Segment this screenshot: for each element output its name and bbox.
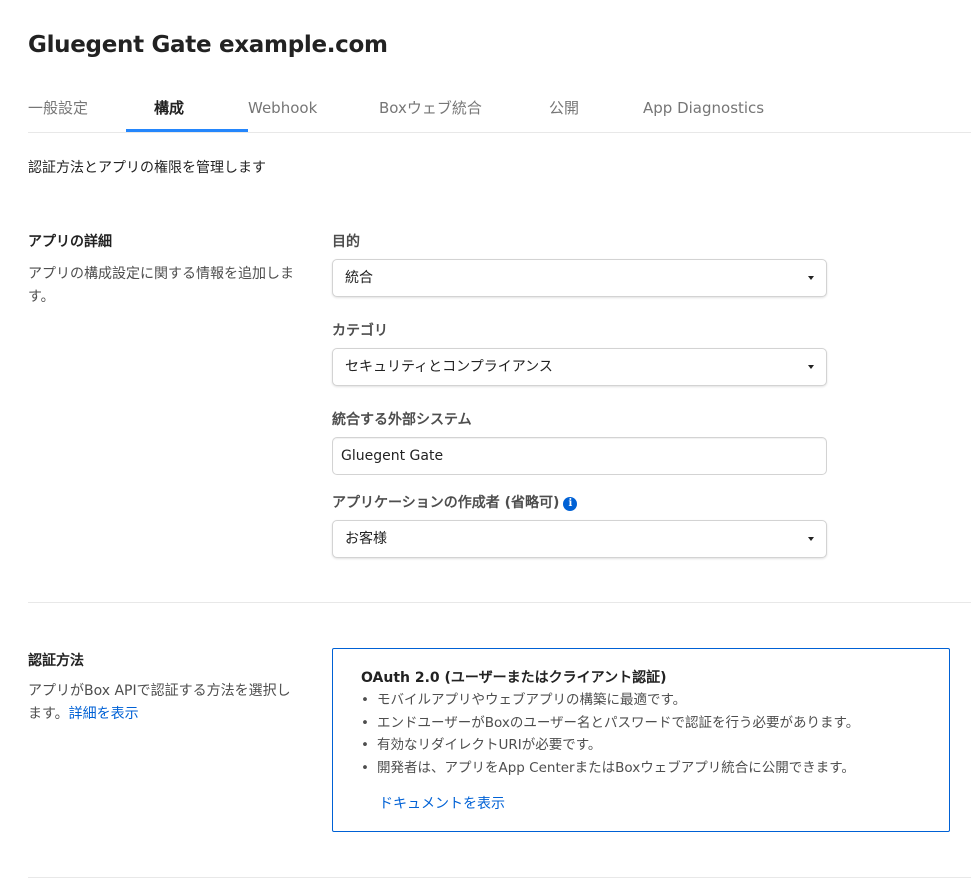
purpose-label: 目的 [332,234,360,250]
purpose-select[interactable]: 統合 [332,259,827,297]
creator-select[interactable]: お客様 [332,520,827,558]
list-item-text: 開発者は、アプリをApp CenterまたはBoxウェブアプリ統合に公開できます… [377,759,855,776]
category-label: カテゴリ [332,323,388,339]
info-icon[interactable]: i [563,497,578,511]
section-divider [28,877,971,878]
view-documentation-link[interactable]: ドキュメントを表示 [379,793,505,813]
purpose-value: 統合 [345,270,373,286]
external-system-input[interactable] [333,438,811,474]
oauth-feature-list: • モバイルアプリやウェブアプリの構築に最適です。 • エンドユーザーがBoxのユー… [361,689,859,779]
tab-webhook[interactable]: Webhook [248,88,317,131]
tab-bar: 一般設定 構成 Webhook Boxウェブ統合 公開 App Diagnost… [28,88,971,133]
list-item: • モバイルアプリやウェブアプリの構築に最適です。 [361,689,859,712]
bullet-icon: • [361,714,369,731]
creator-label: アプリケーションの作成者 (省略可) [332,495,560,511]
tab-box-web-integration[interactable]: Boxウェブ統合 [379,88,482,131]
list-item: • エンドユーザーがBoxのユーザー名とパスワードで認証を行う必要があります。 [361,712,859,735]
bullet-icon: • [361,759,369,776]
tab-app-diagnostics[interactable]: App Diagnostics [643,88,764,131]
tab-general-settings[interactable]: 一般設定 [28,88,88,131]
bullet-icon: • [361,737,369,753]
external-system-field[interactable] [332,437,827,475]
list-item: • 有効なリダイレクトURIが必要です。 [361,734,859,757]
list-item-text: 有効なリダイレクトURIが必要です。 [377,737,602,753]
tab-configuration[interactable]: 構成 [154,88,184,131]
page-subtitle: 認証方法とアプリの権限を管理します [28,160,266,176]
creator-label-row: アプリケーションの作成者 (省略可) i [332,492,578,512]
auth-method-title: 認証方法 [28,653,84,669]
auth-description-text: アプリがBox APIで認証する方法を選択します。 [28,683,291,722]
auth-details-link[interactable]: 詳細を表示 [69,706,139,722]
section-divider [28,602,971,603]
list-item-text: モバイルアプリやウェブアプリの構築に最適です。 [377,692,687,708]
app-details-title: アプリの詳細 [28,234,112,250]
page-title: Gluegent Gate example.com [28,32,388,58]
app-details-description: アプリの構成設定に関する情報を追加します。 [28,266,294,305]
active-tab-indicator [126,129,248,132]
oauth-card-title: OAuth 2.0 (ユーザーまたはクライアント認証) [361,670,667,686]
external-system-label: 統合する外部システム [332,412,472,428]
tab-publish[interactable]: 公開 [549,88,579,131]
list-item-text: エンドユーザーがBoxのユーザー名とパスワードで認証を行う必要があります。 [377,714,860,731]
category-value: セキュリティとコンプライアンス [345,359,553,375]
category-select[interactable]: セキュリティとコンプライアンス [332,348,827,386]
auth-method-description: アプリがBox APIで認証する方法を選択します。詳細を表示 [28,680,298,726]
caret-down-icon [808,276,814,280]
caret-down-icon [808,537,814,541]
oauth-card[interactable]: OAuth 2.0 (ユーザーまたはクライアント認証) • モバイルアプリやウェブ… [332,648,950,832]
bullet-icon: • [361,692,369,708]
caret-down-icon [808,365,814,369]
list-item: • 開発者は、アプリをApp CenterまたはBoxウェブアプリ統合に公開できま… [361,757,859,780]
creator-value: お客様 [345,531,387,547]
